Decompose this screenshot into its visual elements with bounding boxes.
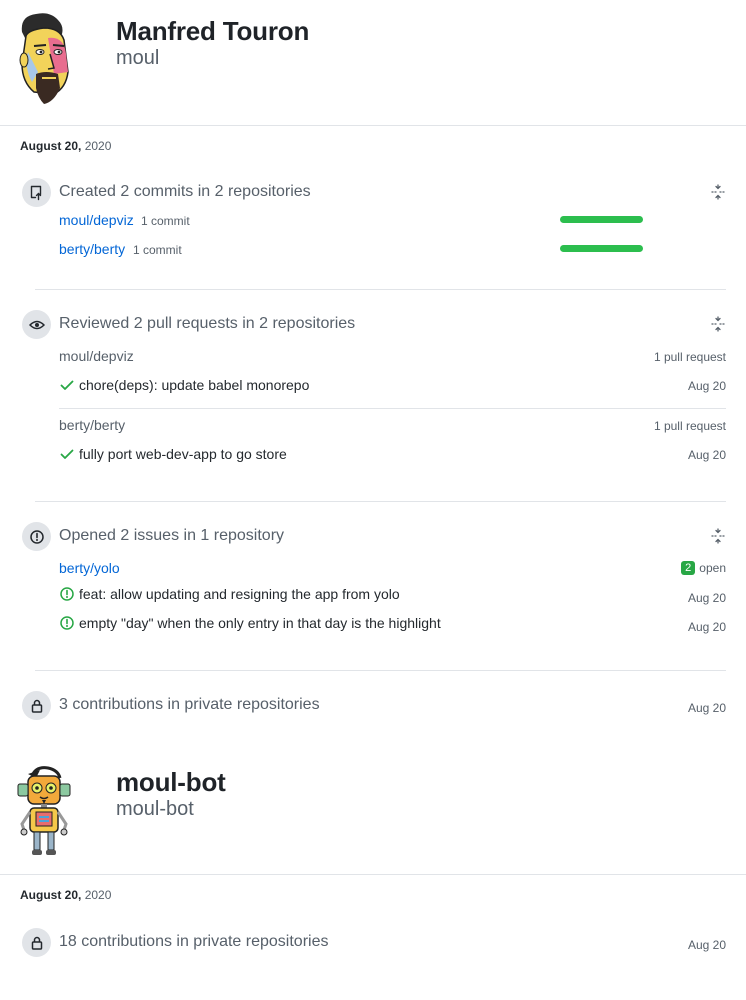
commit-bar xyxy=(560,216,643,223)
issue-item[interactable]: feat: allow updating and resigning the a… xyxy=(59,586,400,602)
private-contributions-date: Aug 20 xyxy=(687,701,726,715)
date-day: August 20, xyxy=(20,139,82,153)
user-display-name: Manfred Touron xyxy=(116,16,310,46)
user-avatar[interactable] xyxy=(14,764,74,860)
review-date: Aug 20 xyxy=(687,448,726,462)
review-count: 1 pull request xyxy=(653,419,726,433)
review-date: Aug 20 xyxy=(687,379,726,393)
date-label: August 20, 2020 xyxy=(20,139,111,153)
header-divider xyxy=(0,125,746,126)
issue-opened-icon xyxy=(29,529,44,544)
eye-icon xyxy=(28,320,45,329)
review-item[interactable]: fully port web-dev-app to go store xyxy=(59,446,287,462)
review-item-title[interactable]: chore(deps): update babel monorepo xyxy=(79,377,309,393)
review-count: 1 pull request xyxy=(653,350,726,364)
review-item-title[interactable]: fully port web-dev-app to go store xyxy=(79,446,287,462)
group-divider xyxy=(59,408,726,409)
issues-section-title: Opened 2 issues in 1 repository xyxy=(59,527,285,544)
user-login: moul xyxy=(116,47,160,69)
issue-item[interactable]: empty "day" when the only entry in that … xyxy=(59,615,441,631)
section-divider xyxy=(35,501,726,502)
date-year: 2020 xyxy=(84,139,112,153)
open-issues-counter: 2 open xyxy=(681,561,726,575)
date-year: 2020 xyxy=(84,888,112,902)
lock-icon xyxy=(31,699,42,713)
commit-repo-link[interactable]: berty/berty xyxy=(59,241,125,257)
user-avatar[interactable] xyxy=(14,12,94,108)
open-count-badge: 2 xyxy=(681,561,696,575)
review-repo-name[interactable]: berty/berty xyxy=(59,417,125,433)
private-contributions-text: 18 contributions in private repositories xyxy=(59,933,329,950)
repo-push-icon xyxy=(30,185,41,200)
check-icon xyxy=(60,380,74,390)
issue-badge xyxy=(22,522,51,551)
issue-opened-icon xyxy=(60,616,74,630)
issue-item-title[interactable]: empty "day" when the only entry in that … xyxy=(79,615,441,631)
header-divider xyxy=(0,874,746,875)
date-day: August 20, xyxy=(20,888,82,902)
date-label: August 20, 2020 xyxy=(20,888,111,902)
commit-bar xyxy=(560,245,643,252)
review-repo-name[interactable]: moul/depviz xyxy=(59,348,134,364)
private-badge xyxy=(22,691,51,720)
review-badge xyxy=(22,310,51,339)
section-divider xyxy=(35,289,726,290)
commit-badge xyxy=(22,178,51,207)
issue-repo-link[interactable]: berty/yolo xyxy=(59,560,120,576)
fold-icon[interactable] xyxy=(710,184,726,200)
private-contributions-date: Aug 20 xyxy=(687,938,726,952)
fold-icon[interactable] xyxy=(710,316,726,332)
issue-date: Aug 20 xyxy=(687,620,726,634)
private-contributions-text: 3 contributions in private repositories xyxy=(59,696,320,713)
user-display-name: moul-bot xyxy=(116,767,226,797)
commit-count: 1 commit xyxy=(133,243,182,257)
open-label: open xyxy=(699,561,726,575)
commits-section-title: Created 2 commits in 2 repositories xyxy=(59,183,311,200)
private-badge xyxy=(22,928,51,957)
user-login: moul-bot xyxy=(116,798,194,820)
lock-icon xyxy=(31,936,42,950)
section-divider xyxy=(35,670,726,671)
check-icon xyxy=(60,449,74,459)
commit-repo-link[interactable]: moul/depviz xyxy=(59,212,134,228)
commit-count: 1 commit xyxy=(141,214,190,228)
issue-date: Aug 20 xyxy=(687,591,726,605)
fold-icon[interactable] xyxy=(710,528,726,544)
review-item[interactable]: chore(deps): update babel monorepo xyxy=(59,377,309,393)
reviews-section-title: Reviewed 2 pull requests in 2 repositori… xyxy=(59,315,356,332)
issue-item-title[interactable]: feat: allow updating and resigning the a… xyxy=(79,586,400,602)
issue-opened-icon xyxy=(60,587,74,601)
